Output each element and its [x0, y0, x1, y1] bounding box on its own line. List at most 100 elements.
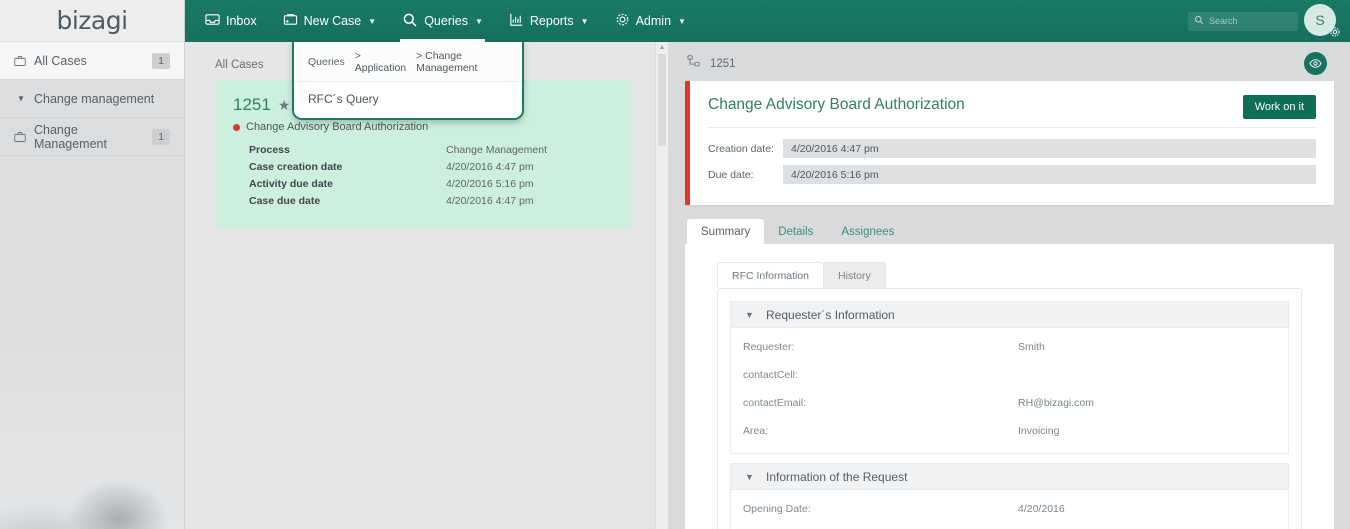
- chevron-down-icon[interactable]: ▼: [743, 470, 756, 483]
- logo-text: bizagi: [56, 6, 128, 35]
- case-activity-label: Change Advisory Board Authorization: [246, 121, 429, 133]
- field-value: 4/20/2016: [1018, 503, 1065, 515]
- work-on-it-button[interactable]: Work on it: [1242, 95, 1316, 119]
- nav-inbox[interactable]: Inbox: [203, 0, 259, 42]
- field-label: Requester:: [743, 341, 795, 353]
- chevron-down-icon: ▼: [474, 16, 483, 26]
- list-item: Requester: Smith: [743, 341, 1276, 353]
- case-id-row: 1251: [685, 52, 1334, 81]
- breadcrumb-change-management[interactable]: > Change Management: [416, 50, 508, 74]
- nav-admin[interactable]: Admin ▼: [613, 0, 688, 42]
- nav-reports-label: Reports: [529, 14, 574, 28]
- summary-inner-tabs: RFC Information History: [703, 262, 1316, 288]
- nav-new-case-label: New Case: [303, 14, 362, 28]
- tab-details[interactable]: Details: [764, 219, 827, 244]
- gear-icon: [615, 12, 630, 30]
- search-icon: [402, 12, 418, 31]
- divider: [708, 127, 1316, 128]
- sidebar-item-all-cases[interactable]: All Cases 1: [0, 42, 184, 79]
- search-icon: [1194, 12, 1204, 30]
- case-number: 1251: [233, 95, 271, 114]
- list-item: contactCell:: [743, 369, 1276, 381]
- search-input[interactable]: [1209, 16, 1292, 26]
- vertical-scrollbar[interactable]: ▲: [655, 42, 669, 529]
- app-logo: bizagi: [0, 0, 184, 42]
- nav-admin-label: Admin: [635, 14, 672, 28]
- preview-eye-icon[interactable]: [1304, 52, 1327, 75]
- section-title: Requester´s Information: [766, 307, 895, 322]
- row-value: Change Management: [446, 144, 547, 156]
- chevron-down-icon: ▼: [678, 16, 686, 26]
- tab-assignees[interactable]: Assignees: [827, 219, 908, 244]
- case-detail-column: 1251 Change Advisory Board Authorization…: [669, 42, 1350, 529]
- sidebar-item-badge: 1: [152, 128, 170, 145]
- breadcrumb-queries[interactable]: Queries: [308, 56, 345, 68]
- case-activity: Change Advisory Board Authorization: [233, 121, 613, 133]
- row-key: Process: [249, 144, 290, 156]
- field-value: Smith: [1018, 341, 1045, 353]
- list-item: contactEmail: RH@bizagi.com: [743, 397, 1276, 409]
- table-row: Process Change Management: [249, 143, 613, 157]
- main-area: Inbox New Case ▼ Queries ▼ Reports ▼ Adm…: [185, 0, 1350, 529]
- gear-icon[interactable]: [1329, 26, 1341, 40]
- field-creation-date: Creation date: 4/20/2016 4:47 pm: [708, 139, 1316, 158]
- sidebar-item-label: All Cases: [34, 53, 87, 68]
- nav-reports[interactable]: Reports ▼: [507, 0, 591, 42]
- field-label: Creation date:: [708, 142, 774, 155]
- reports-chart-icon: [509, 12, 524, 30]
- chevron-down-icon[interactable]: ▼: [743, 308, 756, 321]
- field-value: 4/20/2016 4:47 pm: [783, 139, 1316, 158]
- scroll-up-arrow-icon[interactable]: ▲: [659, 44, 666, 51]
- dropdown-breadcrumb: Queries > Application > Change Managemen…: [294, 42, 522, 82]
- scrollbar-thumb[interactable]: [658, 54, 666, 146]
- case-detail-header-card: Change Advisory Board Authorization Work…: [685, 81, 1334, 205]
- row-value: 4/20/2016 5:16 pm: [446, 178, 534, 190]
- field-due-date: Due date: 4/20/2016 5:16 pm: [708, 165, 1316, 184]
- row-key: Case due date: [249, 195, 321, 207]
- row-key: Case creation date: [249, 161, 343, 173]
- table-row: Case creation date 4/20/2016 4:47 pm: [249, 160, 613, 174]
- nav-new-case[interactable]: New Case ▼: [281, 0, 379, 42]
- caret-down-icon: ▼: [17, 94, 25, 103]
- sidebar-group-change-management[interactable]: ▼ Change management: [0, 80, 184, 117]
- case-id-number: 1251: [710, 57, 736, 70]
- list-item: Area: Invoicing: [743, 425, 1276, 437]
- rfc-information-panel: ▼ Requester´s Information Requester: Smi…: [717, 288, 1302, 529]
- field-value: 4/20/2016 5:16 pm: [783, 165, 1316, 184]
- field-value: RH@bizagi.com: [1018, 397, 1095, 409]
- search-box[interactable]: [1188, 11, 1298, 31]
- sidebar-item-change-management[interactable]: Change Management 1: [0, 118, 184, 155]
- sidebar-divider-2: [0, 117, 184, 118]
- field-label: Opening Date:: [743, 503, 811, 515]
- sidebar-nav: All Cases 1 ▼ Change management Change M…: [0, 42, 184, 156]
- field-value: Invoicing: [1018, 425, 1060, 437]
- briefcase-icon: [14, 55, 34, 67]
- sidebar-divider-3: [0, 155, 184, 156]
- nav-queries[interactable]: Queries ▼: [400, 0, 485, 42]
- detail-tabs: Summary Details Assignees: [685, 219, 1334, 244]
- sidebar-background-image: [0, 319, 184, 529]
- sidebar: bizagi All Cases 1 ▼ Change management C…: [0, 0, 185, 529]
- row-key: Activity due date: [249, 178, 334, 190]
- star-icon[interactable]: ★: [278, 97, 291, 114]
- process-flow-icon: [687, 54, 701, 73]
- user-menu[interactable]: S: [1304, 4, 1341, 40]
- row-value: 4/20/2016 4:47 pm: [446, 195, 534, 207]
- section-information-of-request-header[interactable]: ▼ Information of the Request: [730, 463, 1289, 490]
- field-label: Due date:: [708, 168, 754, 181]
- tab-summary[interactable]: Summary: [687, 219, 765, 244]
- dropdown-item-rfc-query[interactable]: RFC´s Query: [294, 82, 522, 118]
- summary-panel: RFC Information History ▼ Requester´s In…: [685, 244, 1334, 529]
- inbox-icon: [205, 12, 220, 30]
- section-information-of-request-body: Opening Date: 4/20/2016 Status: Requeste…: [730, 490, 1289, 529]
- field-label: contactCell:: [743, 369, 798, 381]
- new-case-icon: [283, 12, 298, 30]
- app-root: bizagi All Cases 1 ▼ Change management C…: [0, 0, 1350, 529]
- tab-rfc-information[interactable]: RFC Information: [717, 262, 825, 288]
- top-nav-items: Inbox New Case ▼ Queries ▼ Reports ▼ Adm…: [203, 0, 688, 42]
- tab-history[interactable]: History: [823, 262, 886, 288]
- section-requester-information-header[interactable]: ▼ Requester´s Information: [730, 301, 1289, 328]
- breadcrumb-application[interactable]: > Application: [355, 50, 406, 74]
- queries-dropdown-menu: Queries > Application > Change Managemen…: [292, 42, 524, 120]
